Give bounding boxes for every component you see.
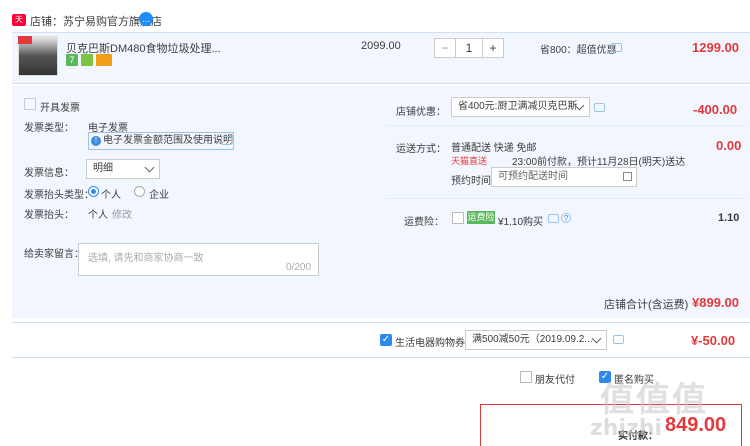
shop-discount-select[interactable]: 省400元:厨卫满减贝克巴斯 [451, 97, 590, 117]
increase-button[interactable]: + [482, 38, 504, 58]
insurance-info-icon[interactable] [548, 214, 559, 223]
shipping-value: 0.00 [716, 138, 742, 153]
promo-info-icon[interactable] [611, 43, 622, 52]
insurance-value: 1.10 [718, 212, 740, 224]
insurance-label: 运费险： [404, 217, 444, 228]
insurance-price: ¥1.10购买 [498, 217, 544, 228]
reserve-time-picker[interactable]: 可预约配送时间 [491, 167, 637, 187]
item-promotion: 省800：超值优惠 [540, 45, 617, 56]
coupon-label: 生活电器购物券 [395, 338, 465, 349]
friend-pay-label: 朋友代付 [535, 375, 575, 386]
watermark-char: 值 [600, 380, 636, 420]
chat-icon[interactable]: … [139, 12, 153, 26]
invoice-edit-link[interactable]: 修改 [112, 206, 132, 221]
service-icon [81, 54, 93, 66]
coupon-select-value: 满500减50元（2019.09.2... [472, 334, 593, 345]
divider [386, 125, 746, 126]
insurance-badge: 运费险 [467, 211, 495, 224]
friend-pay-checkbox[interactable] [520, 371, 532, 383]
coupon-checkbox[interactable]: ✓ [380, 334, 392, 346]
coupon-info-icon[interactable] [613, 335, 624, 344]
radio-company-label: 企业 [149, 190, 169, 201]
tmall-direct-logo: 天猫直送 [451, 156, 488, 166]
reserve-time-label: 预约时间 [451, 176, 491, 187]
invoice-type-label: 发票类型： [24, 123, 74, 134]
message-counter: 0/200 [286, 262, 312, 273]
message-label: 给卖家留言： [24, 249, 84, 260]
watermark-char: 值 [636, 380, 672, 420]
thumbnail-badge [18, 36, 32, 44]
shipping-promise: 23:00前付款，预计11月28日(明天)送达 [512, 157, 686, 168]
invoice-help-icon[interactable] [221, 136, 232, 145]
watermark-logo: 值值值 [600, 372, 708, 421]
quantity-stepper[interactable]: − 1 + [434, 38, 504, 60]
invoice-header-label: 发票抬头： [24, 210, 74, 221]
help-icon[interactable]: ? [561, 213, 571, 223]
calendar-icon [623, 172, 632, 181]
store-total-label: 店铺合计(含运费) [604, 299, 689, 311]
invoice-open-label: 开具发票 [40, 103, 80, 114]
watermark-char: 值 [672, 380, 708, 420]
shop-discount-value: -400.00 [693, 102, 738, 117]
reserve-time-placeholder: 可预约配送时间 [498, 171, 568, 182]
credit-card-icon [96, 54, 112, 66]
watermark-text: zhizhi [590, 416, 663, 441]
invoice-header-type-label: 发票抬头类型： [24, 190, 94, 201]
quantity-input[interactable]: 1 [456, 38, 482, 58]
unit-price: 2099.00 [361, 40, 401, 52]
divider [386, 198, 746, 199]
info-icon: ! [91, 136, 101, 146]
insurance-checkbox[interactable] [452, 212, 464, 224]
store-total-value: ¥899.00 [692, 295, 739, 310]
decrease-button[interactable]: − [434, 38, 456, 58]
shop-discount-info-icon[interactable] [594, 103, 605, 112]
coupon-value: ¥-50.00 [691, 333, 736, 348]
invoice-header-value: 个人 [88, 210, 108, 221]
chevron-down-icon [591, 333, 602, 344]
radio-personal-label: 个人 [101, 190, 121, 201]
radio-company[interactable] [134, 186, 145, 197]
message-placeholder: 选填, 请先和商家协商一致 [88, 253, 204, 264]
radio-personal[interactable] [88, 186, 99, 197]
chevron-down-icon [144, 162, 155, 173]
invoice-info-label: 发票信息： [24, 168, 74, 179]
item-subtotal: 1299.00 [692, 40, 739, 55]
shop-discount-select-value: 省400元:厨卫满减贝克巴斯 [458, 101, 578, 112]
invoice-info-select[interactable]: 明细 [86, 159, 160, 179]
shop-discount-label: 店铺优惠： [396, 107, 446, 118]
invoice-info-select-value: 明细 [93, 163, 113, 174]
tmall-badge-icon: 天猫 [12, 14, 26, 36]
invoice-checkbox[interactable] [24, 98, 36, 110]
shipping-method: 普通配送 快递 免邮 [451, 143, 537, 154]
seven-day-return-icon: 7 [66, 54, 78, 66]
shipping-label: 运送方式： [396, 144, 446, 155]
invoice-info-link[interactable]: 电子发票金额范围及使用说明 [88, 132, 234, 150]
coupon-select[interactable]: 满500减50元（2019.09.2... [465, 330, 607, 350]
